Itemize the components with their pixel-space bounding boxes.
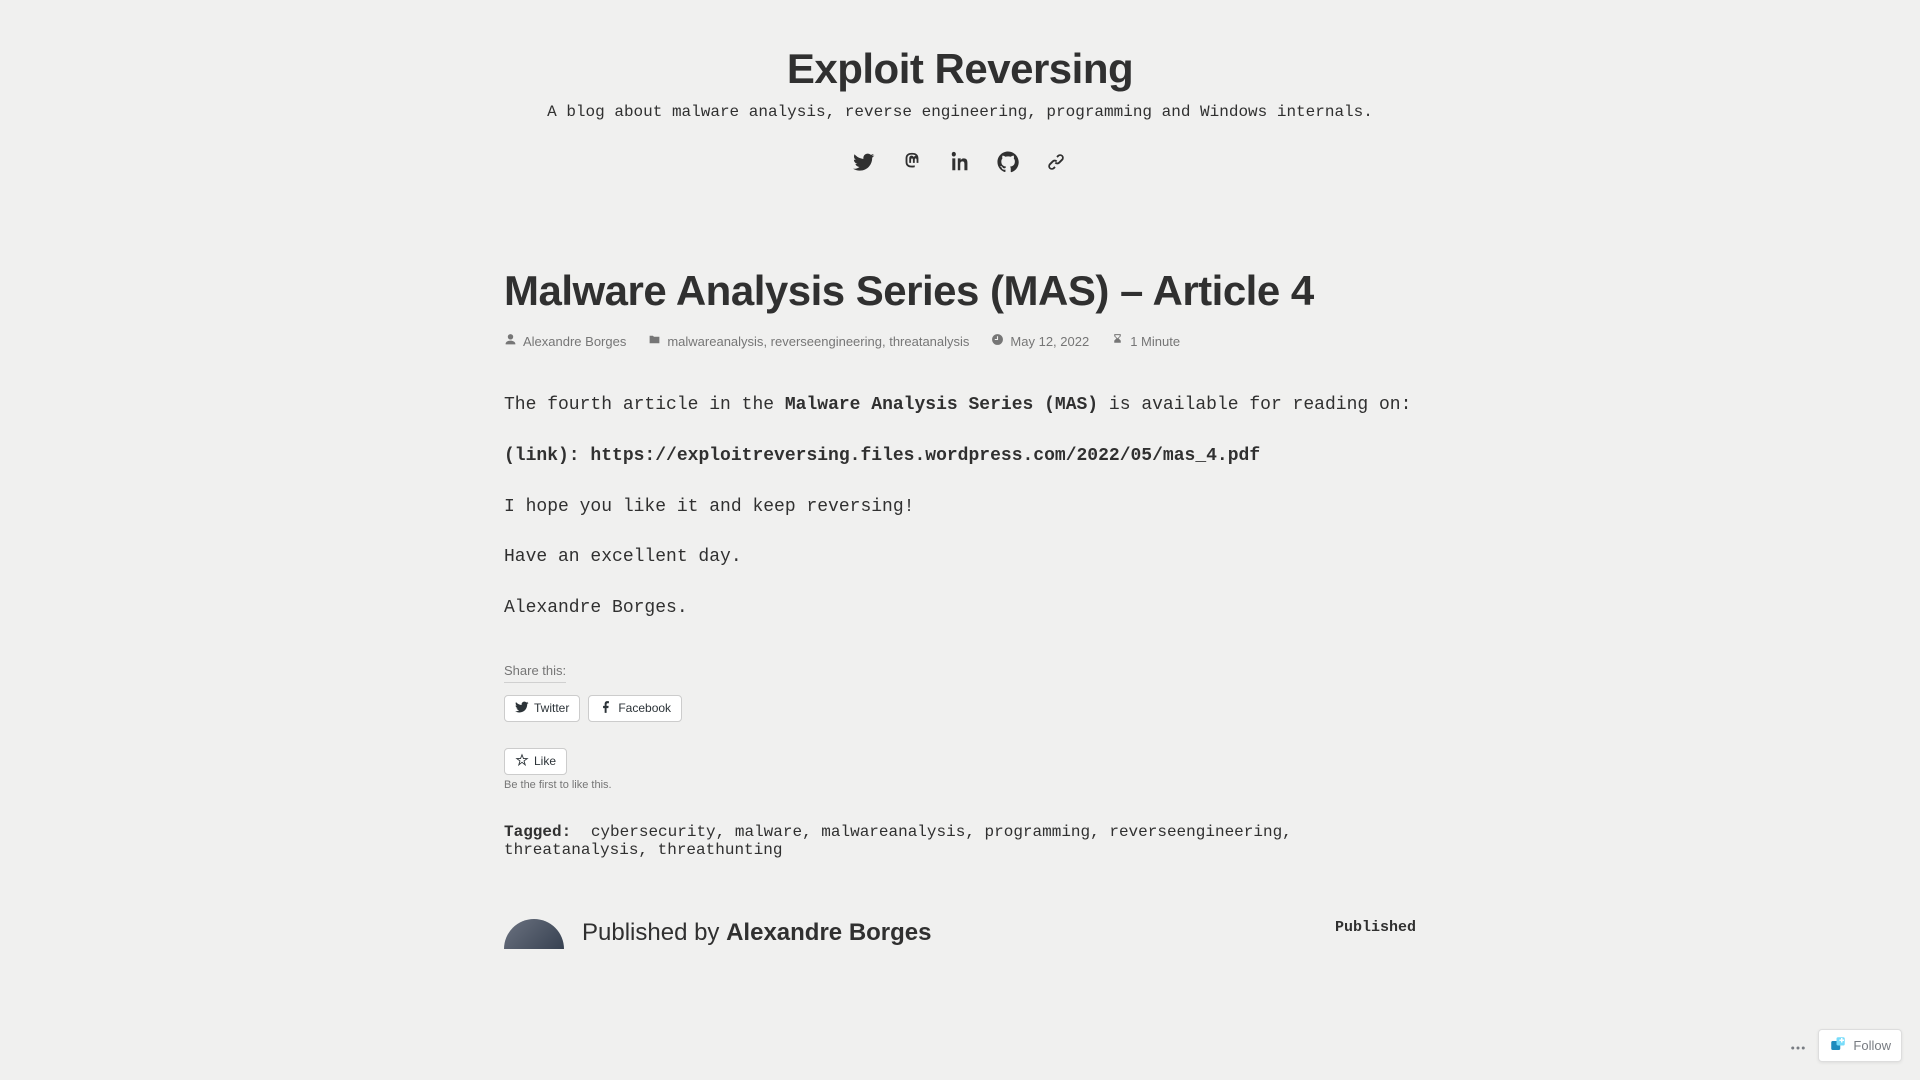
meta-date[interactable]: May 12, 2022: [1010, 334, 1089, 349]
github-icon[interactable]: [995, 149, 1021, 175]
meta-date-group: May 12, 2022: [991, 333, 1089, 349]
article-meta: Alexandre Borges malwareanalysis, revers…: [504, 333, 1416, 349]
follow-label: Follow: [1853, 1038, 1891, 1053]
author-name: Published by Alexandre Borges: [582, 919, 932, 947]
follow-button[interactable]: Follow: [1818, 1029, 1902, 1062]
body-paragraph: The fourth article in the Malware Analys…: [504, 391, 1416, 420]
author-prefix: Published by: [582, 919, 726, 946]
linkedin-icon[interactable]: [947, 149, 973, 175]
author-block: Published by Alexandre Borges Published: [504, 919, 1416, 949]
body-paragraph: (link): https://exploitreversing.files.w…: [504, 442, 1416, 471]
share-twitter-label: Twitter: [534, 701, 569, 715]
twitter-icon: [515, 700, 529, 717]
twitter-icon[interactable]: [851, 149, 877, 175]
meta-category[interactable]: reverseengineering: [771, 334, 882, 349]
share-heading: Share this:: [504, 663, 566, 683]
facebook-icon: [599, 700, 613, 717]
body-paragraph: Alexandre Borges.: [504, 594, 1416, 623]
text: is available for reading on:: [1098, 395, 1411, 415]
folder-icon: [648, 333, 661, 349]
tag-link[interactable]: programming: [985, 823, 1091, 841]
tag-link[interactable]: malwareanalysis: [821, 823, 965, 841]
follow-plus-icon: [1829, 1035, 1847, 1056]
author-left: Published by Alexandre Borges: [504, 919, 932, 949]
published-label: Published: [1335, 919, 1416, 936]
article: Malware Analysis Series (MAS) – Article …: [504, 267, 1416, 949]
pdf-link[interactable]: https://exploitreversing.files.wordpress…: [590, 446, 1260, 466]
person-icon: [504, 333, 517, 349]
tags-label: Tagged:: [504, 823, 571, 841]
meta-category[interactable]: malwareanalysis: [667, 334, 763, 349]
meta-category[interactable]: threatanalysis: [889, 334, 969, 349]
meta-categories: malwareanalysis, reverseengineering, thr…: [667, 334, 969, 349]
tag-link[interactable]: malware: [735, 823, 802, 841]
text-bold: (link):: [504, 446, 590, 466]
avatar: [504, 919, 564, 949]
share-facebook-label: Facebook: [618, 701, 671, 715]
text-bold: Malware Analysis Series (MAS): [785, 395, 1098, 415]
site-title[interactable]: Exploit Reversing: [400, 45, 1520, 93]
article-title: Malware Analysis Series (MAS) – Article …: [504, 267, 1416, 315]
meta-readtime-group: 1 Minute: [1111, 333, 1180, 349]
tag-link[interactable]: reverseengineering: [1109, 823, 1282, 841]
hourglass-icon: [1111, 333, 1124, 349]
tag-link[interactable]: threathunting: [658, 841, 783, 859]
share-twitter-button[interactable]: Twitter: [504, 695, 580, 722]
tag-link[interactable]: threatanalysis: [504, 841, 638, 859]
author-fullname: Alexandre Borges: [726, 919, 931, 946]
mastodon-icon[interactable]: [899, 149, 925, 175]
share-section: Share this: Twitter Facebook: [504, 645, 1416, 722]
link-icon[interactable]: [1043, 149, 1069, 175]
like-label: Like: [534, 754, 556, 768]
site-header: Exploit Reversing A blog about malware a…: [400, 0, 1520, 175]
text: The fourth article in the: [504, 395, 785, 415]
body-paragraph: Have an excellent day.: [504, 543, 1416, 572]
clock-icon: [991, 333, 1004, 349]
meta-readtime: 1 Minute: [1130, 334, 1180, 349]
meta-categories-group: malwareanalysis, reverseengineering, thr…: [648, 333, 969, 349]
social-nav: [400, 149, 1520, 175]
tag-link[interactable]: cybersecurity: [591, 823, 716, 841]
meta-author-group: Alexandre Borges: [504, 333, 626, 349]
like-caption: Be the first to like this.: [504, 779, 1416, 791]
share-row: Twitter Facebook: [504, 695, 1416, 722]
like-button[interactable]: Like: [504, 748, 567, 775]
tags-line: Tagged: cybersecurity, malware, malwarea…: [504, 823, 1416, 859]
star-icon: [515, 753, 529, 770]
meta-author[interactable]: Alexandre Borges: [523, 334, 626, 349]
body-paragraph: I hope you like it and keep reversing!: [504, 493, 1416, 522]
site-tagline: A blog about malware analysis, reverse e…: [400, 103, 1520, 121]
like-widget: Like Be the first to like this.: [504, 748, 1416, 791]
ellipsis-button[interactable]: [1784, 1034, 1812, 1062]
share-facebook-button[interactable]: Facebook: [588, 695, 682, 722]
